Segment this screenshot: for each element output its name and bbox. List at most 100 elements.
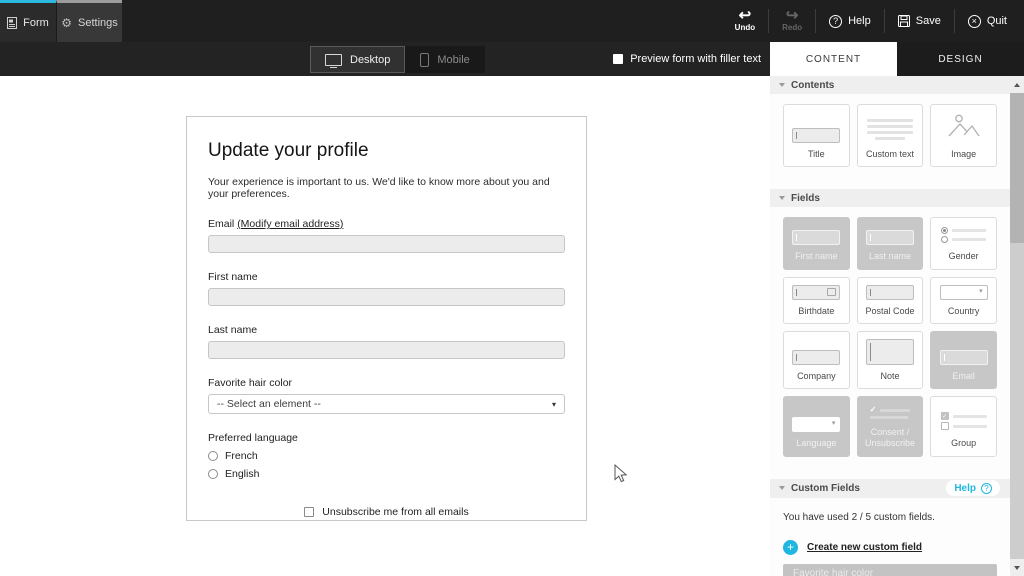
contents-title: Contents (791, 80, 834, 91)
card-email[interactable]: Email (930, 331, 997, 389)
chevron-down-icon (1014, 566, 1020, 570)
select-field-icon: ▾ (940, 285, 988, 300)
custom-fields-help-button[interactable]: Help ? (946, 480, 1000, 496)
input-field-icon (866, 230, 914, 245)
sidebar-scrollbar (1010, 76, 1024, 576)
card-last-name[interactable]: Last name (857, 217, 924, 269)
unsubscribe-label: Unsubscribe me from all emails (322, 506, 468, 518)
card-label: Last name (869, 251, 911, 262)
plus-icon: + (783, 540, 798, 555)
mouse-cursor (614, 464, 629, 484)
scroll-up-button[interactable] (1010, 76, 1024, 93)
custom-field-items: Favorite hair colorWebsite (783, 564, 997, 576)
preview-filler-label: Preview form with filler text (630, 53, 761, 65)
tab-design[interactable]: DESIGN (897, 42, 1024, 76)
card-birthdate[interactable]: Birthdate (783, 277, 850, 324)
card-title[interactable]: Title (783, 104, 850, 167)
input-field-icon (792, 350, 840, 365)
custom-fields-title: Custom Fields (791, 483, 860, 494)
image-icon (947, 112, 981, 143)
tab-form[interactable]: Form (0, 0, 56, 42)
undo-button[interactable]: ↩ Undo (722, 10, 768, 32)
chevron-down-icon: ▾ (552, 400, 556, 409)
card-country[interactable]: ▾ Country (930, 277, 997, 324)
card-label: Birthdate (798, 306, 834, 317)
tab-content[interactable]: CONTENT (770, 42, 897, 76)
last-name-field[interactable] (208, 341, 565, 359)
radio-option-french[interactable]: French (208, 450, 565, 462)
input-field-icon (940, 350, 988, 365)
preview-filler-checkbox[interactable]: Preview form with filler text (613, 42, 761, 76)
card-gender[interactable]: Gender (930, 217, 997, 269)
contents-cards: Title Custom text Image (770, 94, 1010, 189)
save-button[interactable]: Save (885, 15, 954, 27)
collapse-triangle-icon (779, 83, 785, 87)
scrollbar-thumb[interactable] (1010, 93, 1024, 243)
hair-color-selected-value: -- Select an element -- (217, 398, 321, 410)
card-label: Title (808, 149, 825, 160)
tab-form-label: Form (23, 17, 49, 29)
date-field-icon (792, 285, 840, 300)
input-field-icon (792, 230, 840, 245)
card-image[interactable]: Image (930, 104, 997, 167)
card-label: Company (797, 371, 836, 382)
section-header-fields[interactable]: Fields (770, 189, 1010, 207)
unsubscribe-checkbox[interactable]: Unsubscribe me from all emails (208, 506, 565, 518)
undo-icon: ↩ (739, 10, 752, 22)
card-label: Country (948, 306, 980, 317)
card-consent-unsubscribe[interactable]: ✓Consent / Unsubscribe (857, 396, 924, 457)
hair-color-select[interactable]: -- Select an element -- ▾ (208, 394, 565, 414)
chevron-down-icon: ▾ (832, 419, 836, 427)
card-company[interactable]: Company (783, 331, 850, 389)
quit-label: Quit (987, 15, 1007, 27)
radio-option-english[interactable]: English (208, 468, 565, 480)
section-header-contents[interactable]: Contents (770, 76, 1010, 94)
radio-option-label: English (225, 468, 259, 480)
save-label: Save (916, 15, 941, 27)
custom-field-label: Favorite hair color (793, 568, 873, 576)
form-builder-app: Form ⚙ Settings ↩ Undo ↪ Redo ? Help (0, 0, 1024, 576)
checkbox-options-icon: ✓ (941, 410, 987, 432)
tab-content-label: CONTENT (806, 54, 861, 65)
custom-field-favorite-hair-color[interactable]: Favorite hair color (783, 564, 997, 576)
card-note[interactable]: Note (857, 331, 924, 389)
sidebar-content: Contents Title Custom text Image Fields Fi… (770, 76, 1010, 576)
help-label: Help (848, 15, 871, 27)
language-options: French English (208, 450, 565, 480)
scrollbar-track[interactable] (1010, 93, 1024, 559)
email-field[interactable] (208, 235, 565, 253)
card-group[interactable]: ✓ Group (930, 396, 997, 457)
collapse-triangle-icon (779, 196, 785, 200)
redo-button[interactable]: ↪ Redo (769, 10, 815, 32)
create-custom-field-button[interactable]: + Create new custom field (783, 540, 997, 555)
card-label: Consent / Unsubscribe (861, 427, 920, 450)
quit-button[interactable]: × Quit (955, 15, 1020, 28)
help-button[interactable]: ? Help (816, 15, 884, 28)
card-label: Image (951, 149, 976, 160)
modify-email-link[interactable]: (Modify email address) (237, 218, 343, 230)
card-postal-code[interactable]: Postal Code (857, 277, 924, 324)
custom-fields-body: You have used 2 / 5 custom fields. + Cre… (770, 512, 1010, 576)
card-language[interactable]: ▾Language (783, 396, 850, 457)
section-header-custom-fields[interactable]: Custom Fields Help ? (770, 479, 1010, 498)
save-icon (898, 15, 910, 27)
last-name-label: Last name (208, 324, 565, 336)
scroll-down-button[interactable] (1010, 559, 1024, 576)
mobile-button[interactable]: Mobile (405, 46, 484, 73)
card-label: Note (880, 371, 899, 382)
input-field-icon (866, 285, 914, 300)
radio-icon (208, 469, 218, 479)
tab-settings[interactable]: ⚙ Settings (56, 0, 122, 42)
radio-options-icon (941, 225, 986, 245)
calendar-icon (827, 288, 836, 296)
card-label: Group (951, 438, 976, 449)
card-custom-text[interactable]: Custom text (857, 104, 924, 167)
form-canvas: Update your profile Your experience is i… (0, 76, 770, 576)
main-area: Update your profile Your experience is i… (0, 76, 1024, 576)
desktop-button[interactable]: Desktop (310, 46, 405, 73)
card-first-name[interactable]: First name (783, 217, 850, 269)
hair-color-label: Favorite hair color (208, 377, 565, 389)
help-pill-label: Help (954, 483, 976, 494)
first-name-field[interactable] (208, 288, 565, 306)
undo-label: Undo (735, 23, 755, 32)
